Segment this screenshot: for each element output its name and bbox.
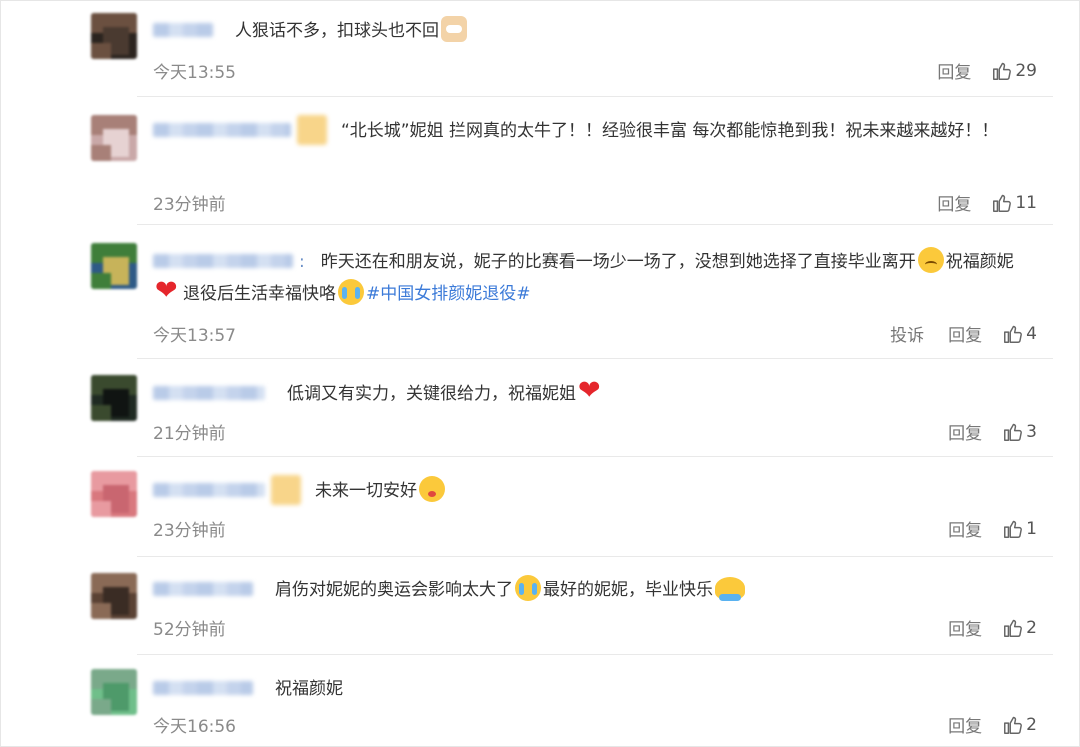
comment-content: 昨天还在和朋友说，妮子的比赛看一场少一场了，没想到她选择了直接毕业离开 — [320, 252, 916, 272]
comment-text: : 昨天还在和朋友说，妮子的比赛看一场少一场了，没想到她选择了直接毕业离开 祝福颜妮… — [153, 246, 1041, 310]
comment-actions: 回复 3 — [924, 419, 1037, 445]
avatar[interactable] — [91, 573, 137, 619]
comment-time: 52分钟前 — [153, 620, 226, 640]
username-blurred[interactable] — [153, 386, 265, 400]
comment-content: 祝福颜妮 — [945, 252, 1014, 272]
like-count: 4 — [1026, 323, 1037, 344]
comment-content: “北长城”妮姐 拦网真的太牛了！！经验很丰富 每次都能惊艳到我！祝未来越来越好！… — [341, 121, 999, 141]
like-button[interactable]: 11 — [991, 192, 1037, 214]
comment-actions: 回复 2 — [924, 712, 1037, 738]
like-count: 2 — [1026, 617, 1037, 638]
comment-actions: 回复 1 — [924, 516, 1037, 542]
comment-item: 肩伤对妮妮的奥运会影响太大了 最好的妮妮，毕业快乐 52分钟前 回复 2 — [1, 557, 1080, 655]
like-count: 11 — [1015, 192, 1037, 213]
comment-item: 未来一切安好 23分钟前 回复 1 — [1, 457, 1080, 557]
reply-button[interactable]: 回复 — [937, 58, 971, 83]
like-button[interactable]: 3 — [1002, 421, 1037, 443]
avatar[interactable] — [91, 13, 137, 59]
cat-face-icon — [441, 16, 467, 42]
comment-item: 低调又有实力，关键很给力，祝福妮姐 21分钟前 回复 3 — [1, 359, 1080, 457]
comment-text: 低调又有实力，关键很给力，祝福妮姐 — [153, 375, 1041, 410]
thumbs-up-icon — [1002, 323, 1026, 345]
reply-button[interactable]: 回复 — [948, 516, 982, 541]
username-blurred[interactable] — [153, 123, 291, 137]
like-count: 29 — [1015, 60, 1037, 81]
like-button[interactable]: 4 — [1002, 323, 1037, 345]
avatar[interactable] — [91, 375, 137, 421]
comment-actions: 回复 29 — [913, 58, 1037, 84]
comment-item: : 昨天还在和朋友说，妮子的比赛看一场少一场了，没想到她选择了直接毕业离开 祝福颜妮… — [1, 225, 1080, 359]
comment-content: 未来一切安好 — [315, 481, 417, 501]
thumbs-up-icon — [1002, 617, 1026, 639]
heart-icon — [578, 375, 604, 407]
comment-time: 今天13:57 — [153, 326, 236, 346]
comment-content: 肩伤对妮妮的奥运会影响太大了 — [275, 580, 513, 600]
comment-list: 人狠话不多，扣球头也不回 今天13:55 回复 29 “北长城”妮姐 拦网真的太牛… — [0, 0, 1080, 747]
user-badge-icon — [271, 475, 301, 505]
username-blurred[interactable] — [153, 23, 213, 37]
comment-item: “北长城”妮姐 拦网真的太牛了！！经验很丰富 每次都能惊艳到我！祝未来越来越好！… — [1, 97, 1080, 225]
kiss-face-icon — [419, 476, 445, 502]
comment-time: 今天16:56 — [153, 717, 236, 737]
like-button[interactable]: 1 — [1002, 518, 1037, 540]
comment-item: 人狠话不多，扣球头也不回 今天13:55 回复 29 — [1, 1, 1080, 97]
username-colon: : — [299, 252, 305, 272]
like-count: 2 — [1026, 714, 1037, 735]
username-blurred[interactable] — [153, 254, 293, 268]
comment-content: 低调又有实力，关键很给力，祝福妮姐 — [287, 384, 576, 404]
thumbs-up-icon — [1002, 518, 1026, 540]
avatar[interactable] — [91, 669, 137, 715]
topic-link[interactable]: #中国女排颜妮退役# — [366, 284, 531, 304]
reply-button[interactable]: 回复 — [948, 321, 982, 346]
thumbs-up-icon — [1002, 714, 1026, 736]
comment-time: 21分钟前 — [153, 424, 226, 444]
comment-content: 退役后生活幸福快咯 — [183, 284, 336, 304]
like-button[interactable]: 2 — [1002, 617, 1037, 639]
username-blurred[interactable] — [153, 582, 253, 596]
thumbs-up-icon — [1002, 421, 1026, 443]
comment-item: 祝福颜妮 今天16:56 回复 2 — [1, 655, 1080, 747]
thumbs-up-icon — [991, 60, 1015, 82]
crying-face-icon — [338, 279, 364, 305]
comment-content: 祝福颜妮 — [275, 679, 343, 699]
comment-time: 23分钟前 — [153, 521, 226, 541]
crying-face-icon — [515, 575, 541, 601]
comment-text: 祝福颜妮 — [153, 673, 1041, 705]
comment-text: “北长城”妮姐 拦网真的太牛了！！经验很丰富 每次都能惊艳到我！祝未来越来越好！… — [153, 115, 1041, 147]
report-button[interactable]: 投诉 — [890, 321, 924, 346]
avatar[interactable] — [91, 471, 137, 517]
reply-button[interactable]: 回复 — [948, 712, 982, 737]
username-blurred[interactable] — [153, 483, 265, 497]
username-blurred[interactable] — [153, 681, 253, 695]
heart-icon — [155, 275, 181, 307]
avatar[interactable] — [91, 115, 137, 161]
hug-face-icon — [715, 577, 745, 601]
comment-text: 人狠话不多，扣球头也不回 — [153, 15, 1041, 47]
user-badge-icon — [297, 115, 327, 145]
comment-text: 肩伤对妮妮的奥运会影响太大了 最好的妮妮，毕业快乐 — [153, 574, 1041, 606]
comment-actions: 投诉 回复 4 — [866, 321, 1037, 347]
reply-button[interactable]: 回复 — [948, 419, 982, 444]
comment-actions: 回复 11 — [913, 190, 1037, 216]
comment-text: 未来一切安好 — [153, 475, 1041, 507]
reply-button[interactable]: 回复 — [948, 615, 982, 640]
comment-time: 今天13:55 — [153, 63, 236, 83]
avatar[interactable] — [91, 243, 137, 289]
comment-actions: 回复 2 — [924, 615, 1037, 641]
reply-button[interactable]: 回复 — [937, 190, 971, 215]
like-count: 3 — [1026, 421, 1037, 442]
like-count: 1 — [1026, 518, 1037, 539]
comment-content: 最好的妮妮，毕业快乐 — [543, 580, 713, 600]
comment-content: 人狠话不多，扣球头也不回 — [235, 21, 439, 41]
comment-time: 23分钟前 — [153, 195, 226, 215]
like-button[interactable]: 2 — [1002, 714, 1037, 736]
thumbs-up-icon — [991, 192, 1015, 214]
like-button[interactable]: 29 — [991, 60, 1037, 82]
sweat-face-icon — [917, 247, 944, 273]
